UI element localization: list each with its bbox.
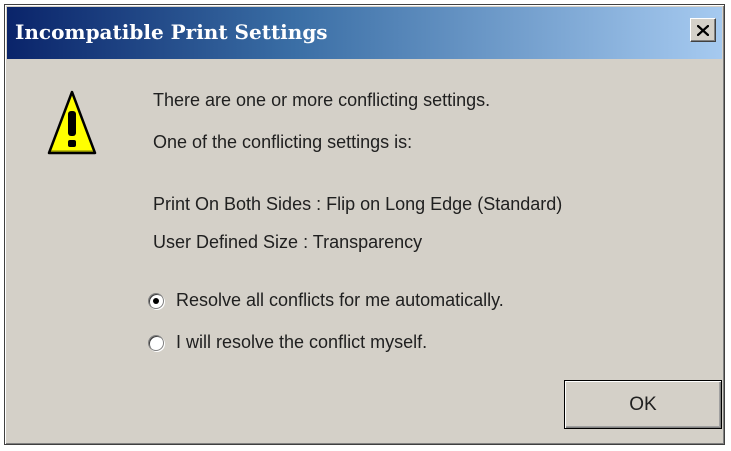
radio-button-checked[interactable] — [148, 292, 164, 309]
close-button[interactable] — [690, 18, 716, 42]
dialog-title: Incompatible Print Settings — [15, 20, 328, 44]
incompatible-print-settings-dialog: Incompatible Print Settings There are on… — [4, 4, 725, 445]
message-line-2: One of the conflicting settings is: — [153, 132, 413, 152]
radio-option-resolve-automatically[interactable]: Resolve all conflicts for me automatical… — [148, 290, 504, 311]
conflict-setting-2: User Defined Size : Transparency — [153, 232, 423, 252]
close-icon — [697, 24, 709, 36]
conflict-setting-1: Print On Both Sides : Flip on Long Edge … — [153, 194, 563, 214]
radio-button-unchecked[interactable] — [148, 334, 164, 351]
message-line-1: There are one or more conflicting settin… — [153, 90, 491, 110]
radio-option-resolve-myself[interactable]: I will resolve the conflict myself. — [148, 332, 427, 353]
warning-icon — [47, 89, 97, 159]
radio-label-resolve-myself: I will resolve the conflict myself. — [176, 332, 428, 352]
title-bar[interactable]: Incompatible Print Settings — [7, 7, 722, 59]
ok-button[interactable]: OK — [564, 380, 722, 429]
radio-label-resolve-automatically: Resolve all conflicts for me automatical… — [176, 290, 504, 310]
